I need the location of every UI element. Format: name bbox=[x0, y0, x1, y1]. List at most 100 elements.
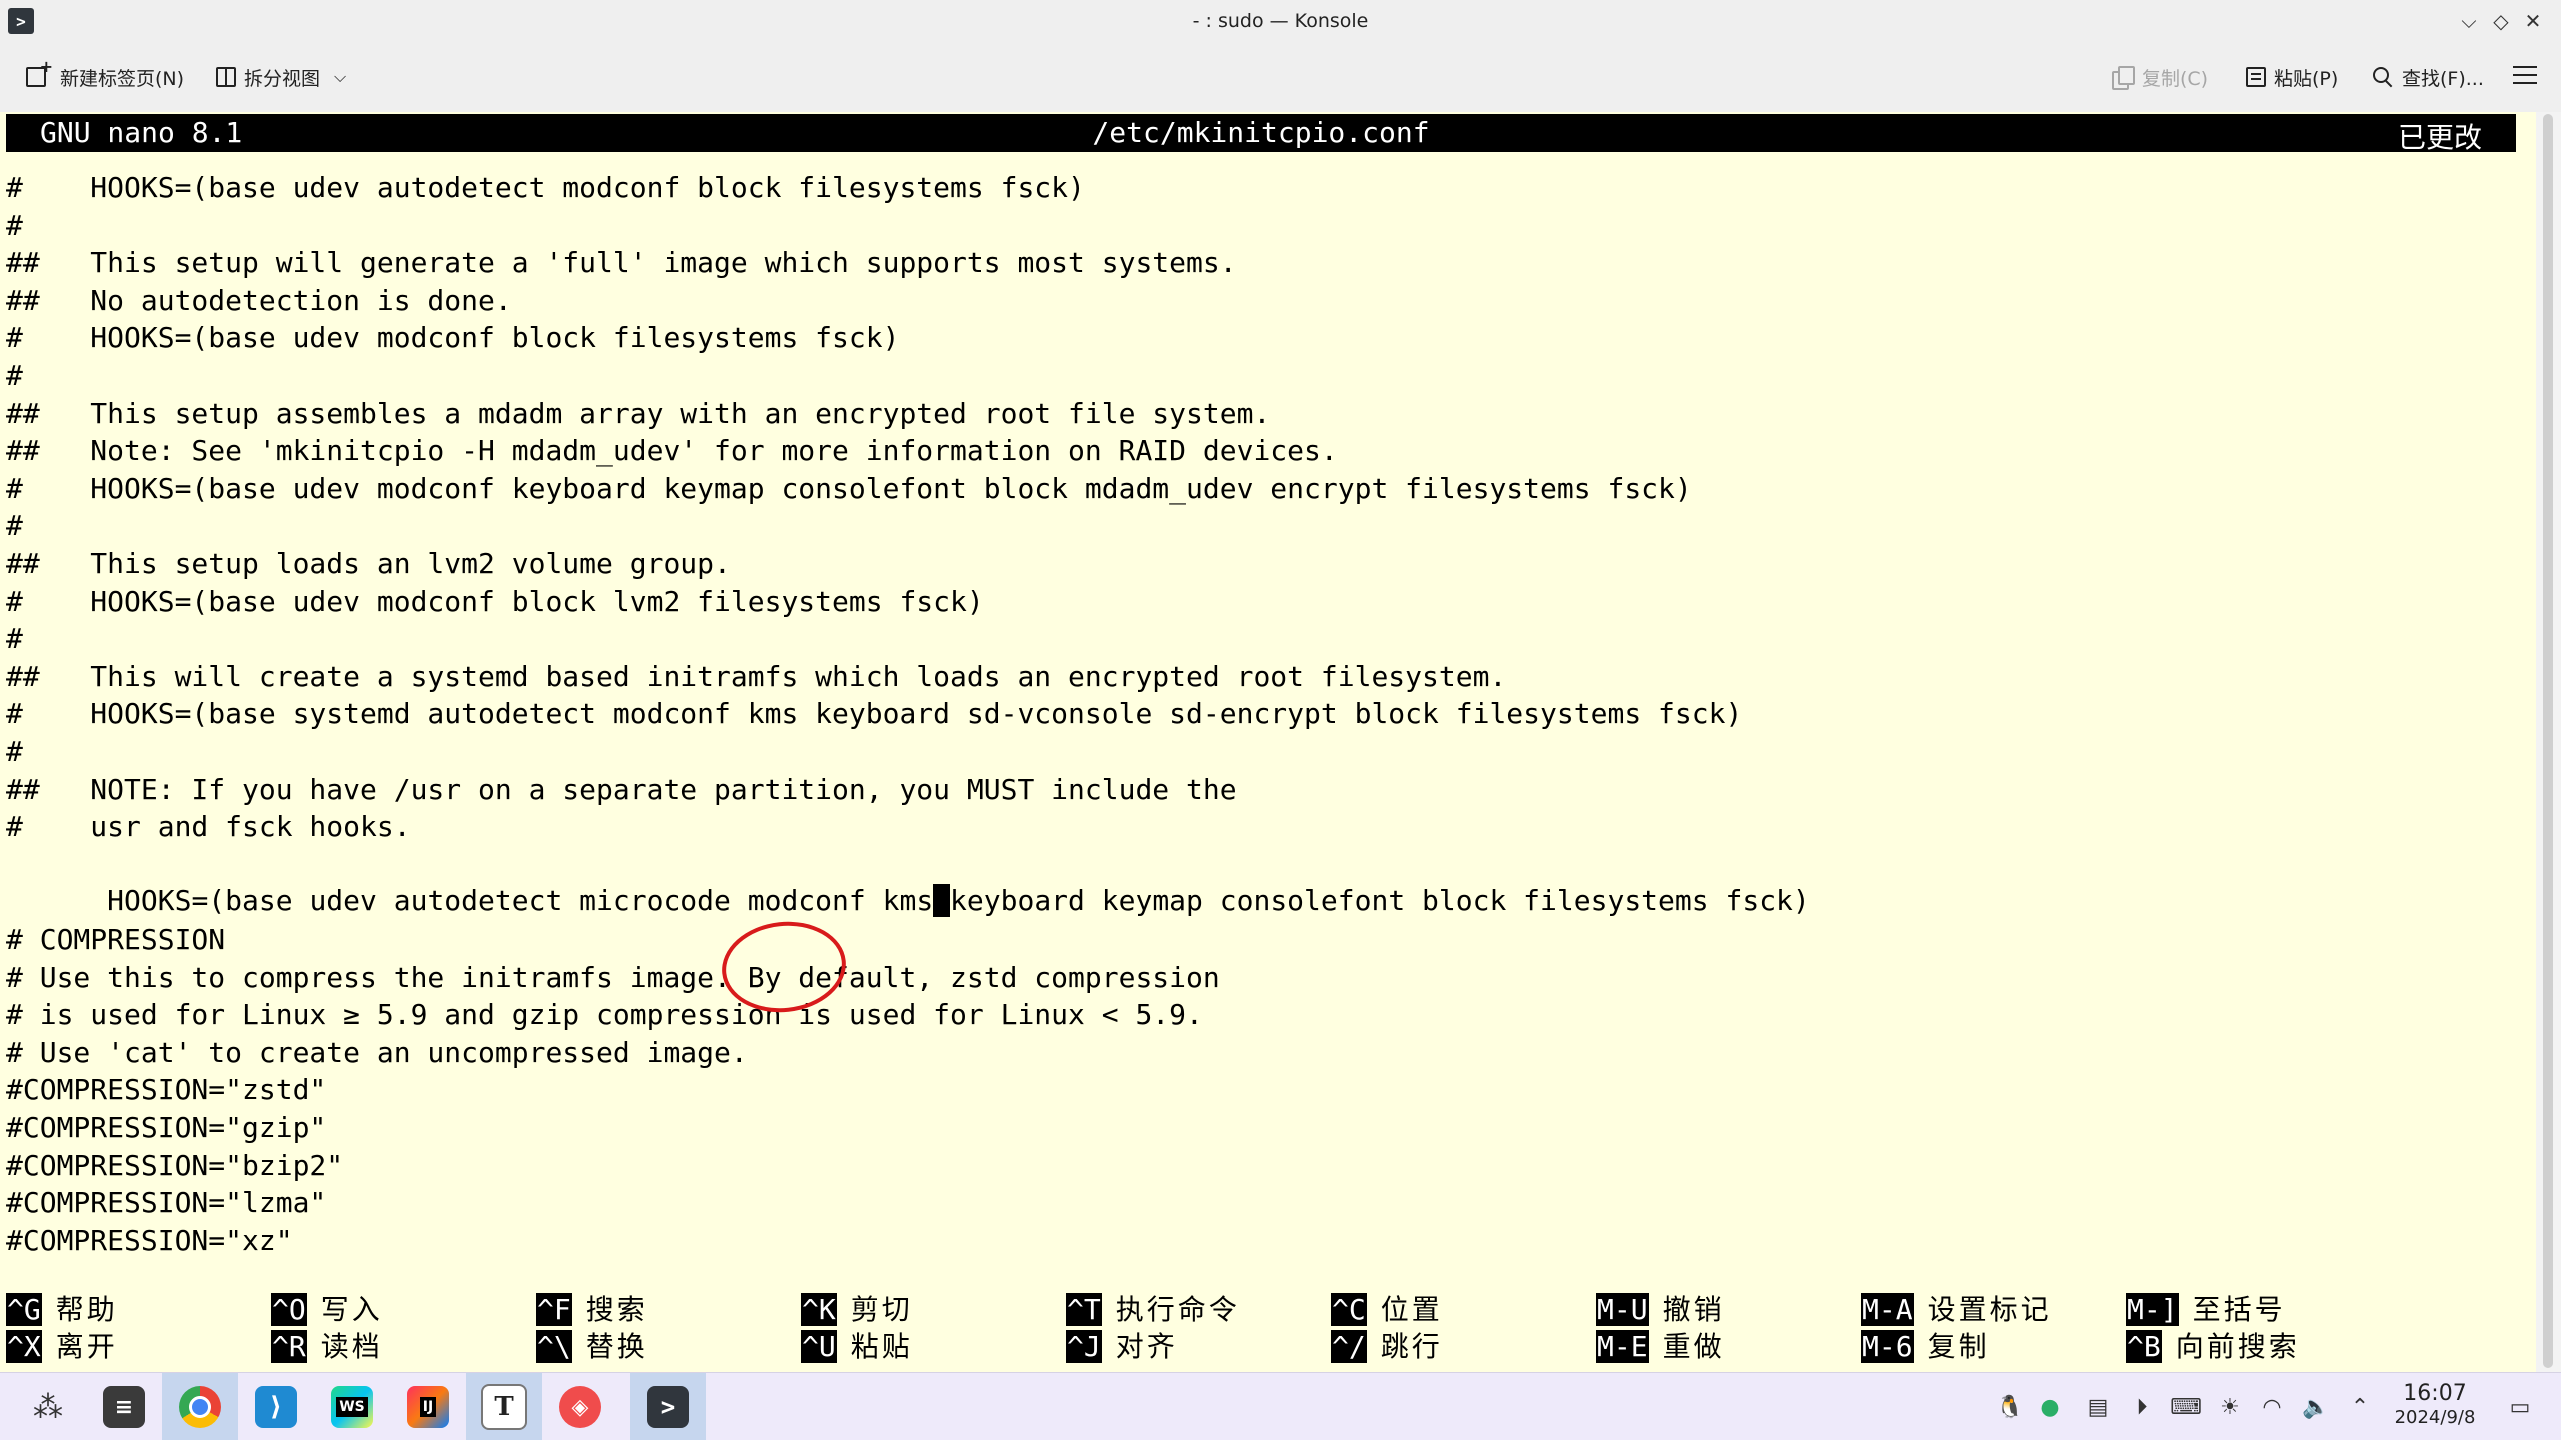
search-icon bbox=[2372, 66, 2394, 88]
new-tab-label: 新建标签页(N) bbox=[60, 67, 185, 90]
terminal-scrollbar[interactable] bbox=[2536, 112, 2561, 1372]
shortcut-key: ^B bbox=[2126, 1330, 2162, 1363]
task-system-settings[interactable]: ≡ bbox=[86, 1373, 162, 1440]
split-view-icon bbox=[216, 67, 236, 87]
file-line[interactable]: # bbox=[6, 621, 23, 657]
clock[interactable]: 16:07 2024/9/8 bbox=[2390, 1381, 2480, 1429]
find-button[interactable]: 查找(F)... bbox=[2372, 60, 2484, 94]
file-line[interactable]: # HOOKS=(base udev modconf block lvm2 fi… bbox=[6, 584, 984, 620]
wechat-tray-icon[interactable]: ● bbox=[2036, 1393, 2064, 1421]
file-line[interactable]: # bbox=[6, 208, 23, 244]
task-konsole[interactable]: > bbox=[630, 1373, 706, 1440]
taskbar: ⁂ ≡ ⟩ WS IJ T ◈ > 🐧 ● ▤ ⏵ ⌨ ☀ ◠ 🔈 ⌃ 16:0… bbox=[0, 1372, 2561, 1440]
file-line[interactable]: ## This setup will generate a 'full' ima… bbox=[6, 245, 1237, 281]
file-line[interactable]: ## NOTE: If you have /usr on a separate … bbox=[6, 772, 1237, 808]
show-desktop-icon[interactable]: ▭ bbox=[2506, 1393, 2534, 1421]
wifi-tray-icon[interactable]: ◠ bbox=[2258, 1393, 2286, 1421]
file-line[interactable]: ## This setup loads an lvm2 volume group… bbox=[6, 546, 731, 582]
hamburger-menu-icon[interactable] bbox=[2513, 66, 2537, 86]
keyboard-tray-icon[interactable]: ⌨ bbox=[2170, 1393, 2202, 1421]
file-line[interactable]: ## This will create a systemd based init… bbox=[6, 659, 1506, 695]
copy-button[interactable]: 复制(C) bbox=[2112, 60, 2208, 94]
file-line[interactable]: #COMPRESSION="zstd" bbox=[6, 1072, 326, 1108]
file-line[interactable]: ## No autodetection is done. bbox=[6, 283, 512, 319]
shortcut-key: ^F bbox=[536, 1293, 572, 1326]
qq-tray-icon[interactable]: 🐧 bbox=[1996, 1393, 2024, 1421]
split-view-button[interactable]: 拆分视图 ⌵ bbox=[216, 60, 346, 94]
shortcut-item: ^F 搜索 bbox=[536, 1292, 648, 1328]
file-line[interactable]: # Use this to compress the initramfs ima… bbox=[6, 960, 1220, 996]
file-line[interactable]: ## This setup assembles a mdadm array wi… bbox=[6, 396, 1270, 432]
file-line[interactable]: # is used for Linux ≥ 5.9 and gzip compr… bbox=[6, 997, 1203, 1033]
copy-icon bbox=[2112, 66, 2135, 90]
scrollbar-thumb[interactable] bbox=[2543, 114, 2553, 1368]
media-tray-icon[interactable]: ⏵ bbox=[2128, 1393, 2156, 1421]
shortcut-label: 搜索 bbox=[585, 1293, 648, 1326]
vscode-icon: ⟩ bbox=[255, 1386, 297, 1428]
konsole-window: > - : sudo — Konsole ⌵ ◇ ✕ 新建标签页(N) 拆分视图… bbox=[0, 0, 2561, 1440]
shortcut-key: M-6 bbox=[1861, 1330, 1914, 1363]
window-title: - : sudo — Konsole bbox=[1192, 10, 1369, 32]
volume-tray-icon[interactable]: 🔈 bbox=[2302, 1393, 2330, 1421]
clock-date: 2024/9/8 bbox=[2394, 1407, 2476, 1428]
file-line[interactable]: # bbox=[6, 734, 23, 770]
file-line[interactable]: #COMPRESSION="lzma" bbox=[6, 1185, 326, 1221]
file-line[interactable]: # bbox=[6, 508, 23, 544]
file-line[interactable]: # HOOKS=(base udev modconf keyboard keym… bbox=[6, 471, 1692, 507]
nano-filename: /etc/mkinitcpio.conf bbox=[1092, 116, 1430, 149]
shortcut-label: 跳行 bbox=[1380, 1330, 1443, 1363]
clipboard-tray-icon[interactable]: ▤ bbox=[2084, 1393, 2112, 1421]
shortcut-label: 重做 bbox=[1662, 1330, 1725, 1363]
shortcut-item: ^C 位置 bbox=[1331, 1292, 1443, 1328]
shortcut-item: ^R 读档 bbox=[271, 1329, 383, 1365]
file-line[interactable]: #COMPRESSION="gzip" bbox=[6, 1110, 326, 1146]
shortcut-key: ^/ bbox=[1331, 1330, 1367, 1363]
webstorm-icon: WS bbox=[331, 1386, 373, 1428]
toolbar: 新建标签页(N) 拆分视图 ⌵ 复制(C) 粘贴(P) 查找(F)... bbox=[0, 42, 2561, 113]
shortcut-label: 至括号 bbox=[2192, 1293, 2286, 1326]
new-tab-button[interactable]: 新建标签页(N) bbox=[26, 57, 185, 94]
chrome-icon bbox=[179, 1386, 221, 1428]
close-icon[interactable]: ✕ bbox=[2518, 6, 2548, 36]
file-line[interactable]: # HOOKS=(base udev modconf block filesys… bbox=[6, 320, 899, 356]
file-line[interactable]: # HOOKS=(base systemd autodetect modconf… bbox=[6, 696, 1742, 732]
maximize-icon[interactable]: ◇ bbox=[2486, 6, 2516, 36]
tray-expand-icon[interactable]: ⌃ bbox=[2346, 1393, 2374, 1421]
copy-label: 复制(C) bbox=[2142, 67, 2209, 90]
cursor-line-before: HOOKS=(base udev autodetect microcode mo… bbox=[107, 884, 934, 917]
title-bar[interactable]: > - : sudo — Konsole ⌵ ◇ ✕ bbox=[0, 0, 2561, 42]
chevron-down-icon[interactable]: ⌵ bbox=[334, 67, 346, 87]
task-webstorm[interactable]: WS bbox=[314, 1373, 390, 1440]
task-intellij[interactable]: IJ bbox=[390, 1373, 466, 1440]
shortcut-key: M-E bbox=[1596, 1330, 1649, 1363]
shortcut-label: 执行命令 bbox=[1115, 1293, 1240, 1326]
shortcut-item: ^J 对齐 bbox=[1066, 1329, 1178, 1365]
shortcut-label: 读档 bbox=[320, 1330, 383, 1363]
terminal-area[interactable]: GNU nano 8.1 /etc/mkinitcpio.conf 已更改 # … bbox=[0, 112, 2536, 1372]
shortcut-key: ^R bbox=[271, 1330, 307, 1363]
file-line[interactable]: ## Note: See 'mkinitcpio -H mdadm_udev' … bbox=[6, 433, 1338, 469]
launcher-button[interactable]: ⁂ bbox=[10, 1373, 86, 1440]
new-tab-icon bbox=[26, 57, 53, 87]
shortcut-label: 向前搜索 bbox=[2175, 1330, 2300, 1363]
task-chrome[interactable] bbox=[162, 1373, 238, 1440]
nano-header: GNU nano 8.1 /etc/mkinitcpio.conf 已更改 bbox=[6, 114, 2516, 154]
paste-button[interactable]: 粘贴(P) bbox=[2246, 60, 2338, 94]
file-line[interactable]: # bbox=[6, 358, 23, 394]
intellij-icon: IJ bbox=[407, 1386, 449, 1428]
file-line[interactable]: # Use 'cat' to create an uncompressed im… bbox=[6, 1035, 748, 1071]
file-line[interactable]: # HOOKS=(base udev autodetect modconf bl… bbox=[6, 170, 1085, 206]
shortcut-label: 对齐 bbox=[1115, 1330, 1178, 1363]
cursor-line[interactable]: HOOKS=(base udev autodetect microcode mo… bbox=[6, 847, 1810, 917]
task-red-app[interactable]: ◈ bbox=[542, 1373, 618, 1440]
brightness-tray-icon[interactable]: ☀ bbox=[2216, 1393, 2244, 1421]
shortcut-label: 写入 bbox=[320, 1293, 383, 1326]
shortcut-label: 剪切 bbox=[850, 1293, 913, 1326]
app-red-icon: ◈ bbox=[559, 1386, 601, 1428]
task-typora[interactable]: T bbox=[466, 1373, 542, 1440]
file-line[interactable]: # usr and fsck hooks. bbox=[6, 809, 411, 845]
file-line[interactable]: #COMPRESSION="bzip2" bbox=[6, 1148, 343, 1184]
task-vscode[interactable]: ⟩ bbox=[238, 1373, 314, 1440]
minimize-icon[interactable]: ⌵ bbox=[2454, 6, 2484, 36]
file-line[interactable]: #COMPRESSION="xz" bbox=[6, 1223, 293, 1259]
